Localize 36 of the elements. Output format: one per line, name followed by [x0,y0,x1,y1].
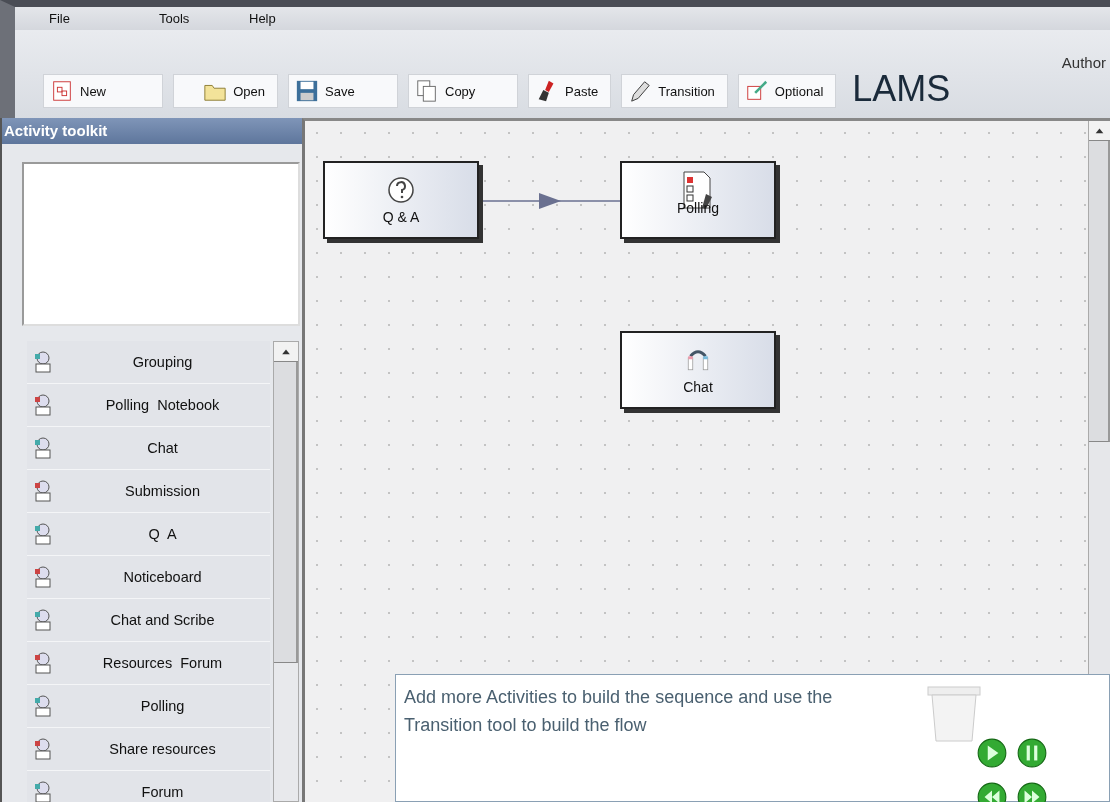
toolkit-item[interactable]: Share resources [27,728,270,771]
checkbox-icon [744,79,769,103]
menu-item[interactable]: Help [249,11,339,26]
toolkit-item[interactable]: Grouping [27,341,270,384]
menu-item[interactable]: File [29,11,139,26]
logo: LAMS [852,70,951,108]
toolkit-item[interactable]: Forum [27,771,270,802]
toolkit-item[interactable]: Q A [27,513,270,556]
toolkit-item[interactable]: Polling Notebook [27,384,270,427]
toolbar-button[interactable]: New [43,74,163,108]
pause-icon[interactable] [1016,737,1048,769]
scrollbar-thumb[interactable] [274,362,298,663]
scroll-up-icon[interactable] [1089,121,1110,141]
play-icon[interactable] [976,737,1008,769]
toolkit-item[interactable]: Noticeboard [27,556,270,599]
toolkit-item[interactable]: Polling [27,685,270,728]
scroll-up-icon[interactable] [274,342,298,362]
toolbar-button[interactable]: Optional [737,74,837,108]
toolkit-item[interactable]: Chat and Scribe [27,599,270,642]
panel-title: Activity toolkit [2,118,302,144]
toolbar-button[interactable]: Save [288,74,398,108]
help-text: Add more Activities to build the sequence and use the Transition tool to build the flow [404,686,834,737]
toolbar-button[interactable]: Paste [528,74,612,108]
scrollbar-thumb[interactable] [1089,141,1110,442]
menu-item[interactable]: Tools [139,11,249,26]
scrollbar[interactable] [273,341,299,802]
toolbar-button[interactable]: Copy [408,74,518,108]
toolkit-item[interactable]: Resources Forum [27,642,270,685]
toolbar-button[interactable]: Transition [621,74,728,108]
transition-arrow[interactable] [480,193,621,209]
new-icon [50,79,74,103]
toolkit-item[interactable]: Submission [27,470,270,513]
mode-label: Author [1061,54,1106,71]
toolkit-item[interactable]: Chat [27,427,270,470]
copy-icon [415,79,439,103]
toolbar-button[interactable]: Open [173,74,278,108]
